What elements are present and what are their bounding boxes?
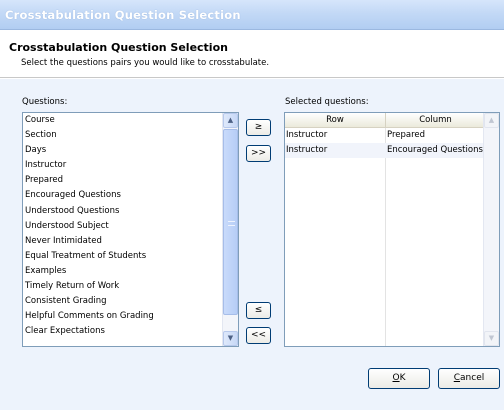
column-header-column[interactable]: Column <box>386 113 485 128</box>
window-title: Crosstabulation Question Selection <box>5 8 241 22</box>
selected-questions-label: Selected questions: <box>285 97 369 107</box>
add-all-button[interactable]: >> <box>246 145 271 162</box>
header-subtitle: Select the questions pairs you would lik… <box>21 58 270 68</box>
remove-button[interactable]: ≤ <box>246 302 271 319</box>
questions-listbox[interactable]: Course Section Days Instructor Prepared … <box>22 112 239 347</box>
remove-all-button[interactable]: << <box>246 327 271 344</box>
list-item[interactable]: Clear Expectations <box>23 324 222 339</box>
table-cell: Prepared <box>387 130 426 140</box>
ok-label-rest: K <box>399 373 406 383</box>
title-bar: Crosstabulation Question Selection <box>0 0 504 30</box>
grid-header: Row Column <box>285 113 483 128</box>
list-item[interactable]: Timely Return of Work <box>23 279 222 294</box>
add-button[interactable]: ≥ <box>246 119 271 136</box>
cancel-button[interactable]: Cancel <box>438 368 500 389</box>
table-cell: Instructor <box>286 145 328 155</box>
list-item[interactable]: Course <box>23 113 222 128</box>
table-row[interactable]: Instructor Encouraged Questions <box>285 143 483 158</box>
chevron-up-icon: ▲ <box>488 116 495 124</box>
table-row[interactable]: Instructor Prepared <box>285 128 483 143</box>
table-cell: Encouraged Questions <box>387 145 483 155</box>
header-title: Crosstabulation Question Selection <box>9 41 228 54</box>
column-header-row[interactable]: Row <box>285 113 386 128</box>
dialog-header: Crosstabulation Question Selection Selec… <box>0 30 504 78</box>
scroll-down-button[interactable]: ▼ <box>223 331 238 346</box>
grid-scroll-down-button[interactable]: ▼ <box>484 331 499 346</box>
grid-scroll-up-button[interactable]: ▲ <box>484 113 499 128</box>
list-item[interactable]: Days <box>23 143 222 158</box>
scroll-thumb[interactable] <box>223 129 238 315</box>
cancel-label-rest: ancel <box>460 373 485 383</box>
list-item[interactable]: Never Intimidated <box>23 234 222 249</box>
grid-scrollbar[interactable]: ▲ ▼ <box>483 113 499 346</box>
questions-scrollbar[interactable]: ▲ ▼ <box>222 113 238 346</box>
grip-icon <box>228 221 235 226</box>
list-item[interactable]: Examples <box>23 264 222 279</box>
list-item[interactable]: Understood Questions <box>23 204 222 219</box>
table-cell: Instructor <box>286 130 328 140</box>
ok-mnemonic: O <box>392 373 400 383</box>
list-item[interactable]: Encouraged Questions <box>23 188 222 203</box>
list-item[interactable]: Instructor <box>23 158 222 173</box>
list-item[interactable]: Section <box>23 128 222 143</box>
chevron-down-icon: ▼ <box>488 334 495 342</box>
list-item[interactable]: Understood Subject <box>23 219 222 234</box>
list-item[interactable]: Equal Treatment of Students <box>23 249 222 264</box>
list-item[interactable]: Helpful Comments on Grading <box>23 309 222 324</box>
scroll-up-button[interactable]: ▲ <box>223 113 238 128</box>
list-item[interactable]: Prepared <box>23 173 222 188</box>
questions-items: Course Section Days Instructor Prepared … <box>23 113 222 346</box>
chevron-up-icon: ▲ <box>227 116 234 124</box>
list-item[interactable]: Consistent Grading <box>23 294 222 309</box>
chevron-down-icon: ▼ <box>227 334 234 342</box>
column-divider <box>385 128 386 346</box>
ok-button[interactable]: OK <box>368 368 430 389</box>
selected-questions-grid[interactable]: Row Column Instructor Prepared Instructo… <box>284 112 500 347</box>
questions-label: Questions: <box>22 97 68 107</box>
